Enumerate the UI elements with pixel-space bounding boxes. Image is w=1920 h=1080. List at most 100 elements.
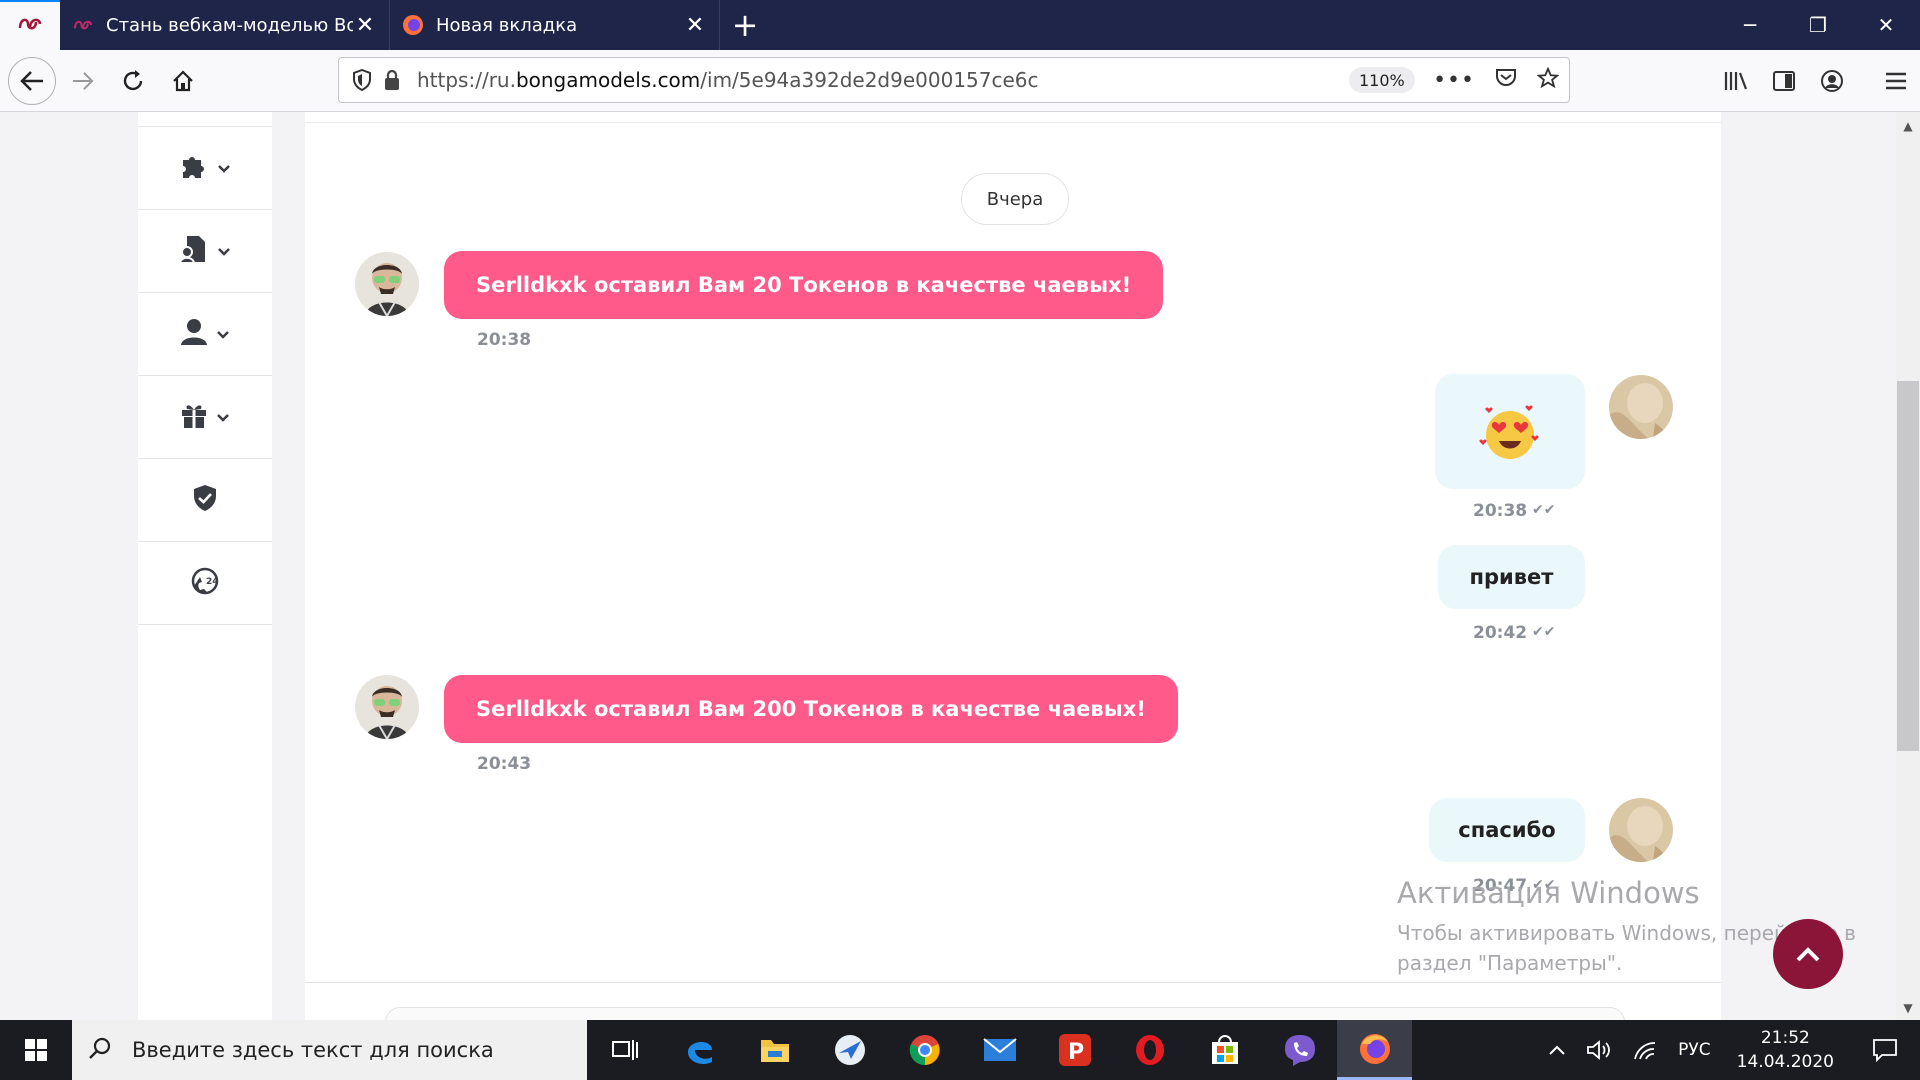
message-time: 20:38	[477, 330, 532, 350]
page-actions-icon[interactable]: •••	[1433, 68, 1475, 93]
menu-hamburger-icon[interactable]	[1872, 72, 1920, 90]
chevron-down-icon	[216, 325, 230, 344]
file-user-icon	[178, 234, 209, 268]
start-button[interactable]	[0, 1020, 72, 1080]
library-icon[interactable]	[1712, 70, 1760, 92]
zoom-level-badge[interactable]: 110%	[1349, 67, 1415, 93]
wifi-icon[interactable]	[1622, 1039, 1668, 1061]
search-icon	[88, 1036, 112, 1065]
message-input[interactable]	[385, 1007, 1625, 1020]
address-bar[interactable]: https://ru.bongamodels.com/im/5e94a392de…	[338, 57, 1570, 103]
taskbar-search-box[interactable]: Введите здесь текст для поиска	[72, 1020, 587, 1080]
avatar[interactable]	[355, 675, 419, 739]
back-button[interactable]	[8, 56, 56, 105]
outgoing-message-bubble[interactable]: привет	[1438, 545, 1585, 609]
pinned-tab-bonga[interactable]	[0, 0, 60, 50]
url-text: https://ru.bongamodels.com/im/5e94a392de…	[417, 68, 1039, 92]
clock-time: 21:52	[1760, 1028, 1810, 1048]
chevron-down-icon	[217, 242, 231, 261]
podcast-app-icon[interactable]: P	[1037, 1020, 1112, 1080]
message-time: 20:42	[1473, 623, 1528, 643]
input-language[interactable]: РУС	[1668, 1040, 1720, 1060]
watermark-title: Активация Windows	[1397, 876, 1700, 910]
read-checkmark-icon: ✔✔	[1532, 502, 1556, 518]
bonga-logo-icon	[17, 14, 43, 38]
outgoing-message-bubble[interactable]	[1435, 374, 1585, 489]
restore-icon[interactable]: ❐	[1784, 0, 1852, 50]
svg-text:24: 24	[206, 577, 219, 587]
viber-icon[interactable]	[1262, 1020, 1337, 1080]
notifications-icon[interactable]	[1850, 1038, 1920, 1062]
svg-text:P: P	[1068, 1040, 1084, 1065]
left-sidebar: 24	[138, 112, 272, 1020]
shield-check-icon	[192, 484, 218, 516]
shield-icon[interactable]	[347, 69, 377, 91]
url-domain: bongamodels.com	[515, 68, 701, 92]
firefox-favicon-icon	[402, 14, 424, 36]
browser-tab-bar: Стань вебкам-моделью Bonga ✕ Новая вклад…	[0, 0, 1920, 50]
firefox-taskbar-icon[interactable]	[1337, 1020, 1412, 1080]
system-tray: РУС 21:52 14.04.2020	[1538, 1020, 1920, 1080]
chevron-down-icon	[217, 159, 231, 178]
forward-button[interactable]	[60, 58, 106, 104]
gift-icon	[180, 401, 208, 433]
outgoing-message-bubble[interactable]: спасибо	[1429, 798, 1585, 862]
scroll-down-arrow-icon[interactable]: ▼	[1896, 996, 1920, 1020]
message-time: 20:43	[477, 754, 532, 774]
volume-icon[interactable]	[1576, 1039, 1622, 1061]
scrollbar-thumb[interactable]	[1897, 381, 1919, 751]
bookmark-star-icon[interactable]	[1536, 66, 1560, 93]
minimize-icon[interactable]: ─	[1716, 0, 1784, 50]
avatar[interactable]	[355, 252, 419, 316]
account-icon[interactable]	[1808, 69, 1856, 93]
sidebar-item-support[interactable]: 24	[138, 542, 272, 625]
mail-client-icon[interactable]	[812, 1020, 887, 1080]
sidebar-toggle-icon[interactable]	[1760, 70, 1808, 92]
close-tab-icon[interactable]: ✕	[683, 13, 707, 38]
home-button[interactable]	[160, 58, 206, 104]
avatar[interactable]	[1609, 375, 1673, 439]
opera-icon[interactable]	[1112, 1020, 1187, 1080]
reload-button[interactable]	[110, 58, 156, 104]
tip-message-bubble[interactable]: Serlldkxk оставил Вам 200 Токенов в каче…	[444, 675, 1178, 743]
sidebar-item-gifts[interactable]	[138, 376, 272, 459]
file-explorer-icon[interactable]	[737, 1020, 812, 1080]
windows-logo-icon	[25, 1039, 47, 1061]
read-checkmark-icon: ✔✔	[1532, 624, 1556, 640]
chevron-up-icon[interactable]	[1538, 1044, 1576, 1056]
edge-browser-icon[interactable]	[662, 1020, 737, 1080]
task-view-icon[interactable]	[587, 1020, 662, 1080]
pocket-icon[interactable]	[1495, 68, 1517, 92]
sidebar-item-extensions[interactable]	[138, 127, 272, 210]
tab-label: Стань вебкам-моделью Bonga	[106, 14, 353, 36]
sidebar-item-profile[interactable]	[138, 293, 272, 376]
tip-message-bubble[interactable]: Serlldkxk оставил Вам 20 Токенов в качес…	[444, 251, 1164, 319]
chrome-icon[interactable]	[887, 1020, 962, 1080]
sidebar-item-security[interactable]	[138, 459, 272, 542]
heart-eyes-emoji-icon	[1479, 404, 1539, 459]
close-tab-icon[interactable]: ✕	[353, 13, 377, 38]
message-time: 20:38	[1473, 501, 1528, 521]
close-window-icon[interactable]: ✕	[1852, 0, 1920, 50]
user-icon	[180, 318, 208, 350]
url-prefix: https://ru.	[417, 68, 516, 92]
date-separator: Вчера	[961, 173, 1069, 225]
clock-date: 14.04.2020	[1736, 1052, 1834, 1072]
taskbar-clock[interactable]: 21:52 14.04.2020	[1721, 1026, 1850, 1074]
mail-icon[interactable]	[962, 1020, 1037, 1080]
scroll-to-top-button[interactable]	[1773, 919, 1843, 989]
tab-new[interactable]: Новая вкладка ✕	[390, 0, 720, 50]
browser-nav-bar: https://ru.bongamodels.com/im/5e94a392de…	[0, 50, 1920, 112]
tab-bonga[interactable]: Стань вебкам-моделью Bonga ✕	[60, 0, 390, 50]
url-path: /im/5e94a392de2d9e000157ce6c	[700, 68, 1039, 92]
sidebar-item-documents[interactable]	[138, 210, 272, 293]
avatar[interactable]	[1609, 798, 1673, 862]
page-content: 24 Вчера Serlldkxk оставил Вам 20 Токено…	[0, 112, 1896, 1020]
tab-label: Новая вкладка	[436, 14, 578, 36]
new-tab-button[interactable]: +	[720, 0, 770, 50]
chevron-down-icon	[216, 408, 230, 427]
scroll-up-arrow-icon[interactable]: ▲	[1896, 114, 1920, 138]
search-placeholder: Введите здесь текст для поиска	[132, 1038, 494, 1062]
lock-icon[interactable]	[377, 69, 407, 91]
store-icon[interactable]	[1187, 1020, 1262, 1080]
